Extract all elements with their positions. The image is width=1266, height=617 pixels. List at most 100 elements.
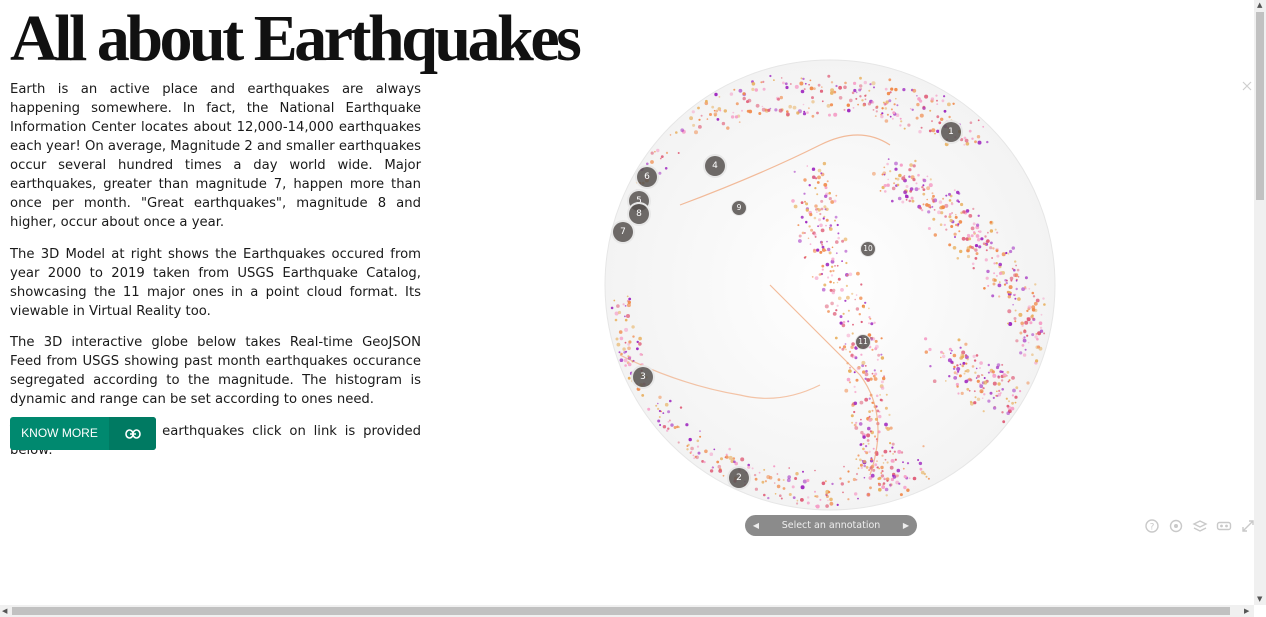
quake-point xyxy=(751,82,756,86)
annotation-marker-4[interactable]: 4 xyxy=(703,154,727,178)
quake-point xyxy=(823,215,826,218)
annotation-marker-11[interactable]: 11 xyxy=(855,334,871,350)
quake-point xyxy=(615,337,619,341)
quake-point xyxy=(826,240,828,243)
quake-point xyxy=(822,161,827,166)
annotation-selector[interactable]: ◀ Select an annotation ▶ xyxy=(745,515,917,536)
triangle-left-icon[interactable]: ◀ xyxy=(745,521,767,530)
close-icon[interactable] xyxy=(1241,80,1253,92)
vertical-scroll-thumb[interactable] xyxy=(1256,12,1264,200)
quake-point xyxy=(754,487,758,491)
quake-point xyxy=(835,309,838,312)
quake-point xyxy=(895,474,899,478)
quake-point xyxy=(825,494,828,496)
quake-point xyxy=(977,238,981,242)
quake-point xyxy=(716,460,720,464)
layers-icon[interactable] xyxy=(1192,518,1208,534)
quake-point xyxy=(807,237,810,240)
quake-point xyxy=(893,450,896,453)
quake-point xyxy=(986,140,989,144)
quake-point xyxy=(924,94,929,99)
quake-point xyxy=(819,250,823,254)
quake-point xyxy=(991,257,993,259)
quake-point xyxy=(901,200,905,204)
quake-point xyxy=(818,273,822,276)
scroll-up-icon[interactable]: ▲ xyxy=(1257,1,1262,9)
horizontal-scroll-thumb[interactable] xyxy=(12,607,1230,615)
quake-point xyxy=(931,205,934,208)
quake-point xyxy=(1010,279,1013,282)
quake-point xyxy=(761,480,765,484)
quake-point xyxy=(617,310,622,315)
quake-point xyxy=(974,244,979,248)
quake-point xyxy=(811,276,814,278)
quake-point xyxy=(693,457,696,460)
earthquake-point-cloud[interactable] xyxy=(560,55,1120,555)
scroll-left-icon[interactable]: ◀ xyxy=(2,607,7,615)
quake-point xyxy=(841,239,845,243)
quake-point xyxy=(993,262,996,265)
annotation-marker-10[interactable]: 10 xyxy=(860,241,876,257)
quake-point xyxy=(793,170,796,173)
quake-point xyxy=(804,82,807,85)
quake-point xyxy=(869,83,872,86)
quake-point xyxy=(830,301,834,306)
quake-point xyxy=(767,496,770,500)
quake-point xyxy=(828,191,831,195)
quake-point xyxy=(889,170,892,173)
quake-point xyxy=(816,181,820,184)
quake-point xyxy=(884,107,888,110)
quake-point xyxy=(868,469,870,471)
3d-model-viewer[interactable]: 1 2 3 4 5 6 7 8 9 10 11 xyxy=(560,55,1120,555)
vertical-scrollbar[interactable]: ▲ ▼ xyxy=(1254,0,1266,605)
quake-point xyxy=(641,394,645,397)
quake-point xyxy=(893,103,896,106)
quake-point xyxy=(764,480,767,483)
quake-point xyxy=(788,493,792,496)
know-more-button[interactable]: KNOW MORE xyxy=(10,417,156,450)
quake-point xyxy=(751,87,755,91)
horizontal-scrollbar[interactable]: ◀ ▶ xyxy=(0,605,1254,617)
quake-point xyxy=(704,449,708,454)
quake-point xyxy=(741,109,743,112)
quake-point xyxy=(1014,309,1017,312)
settings-icon[interactable] xyxy=(1168,518,1184,534)
annotation-marker-3[interactable]: 3 xyxy=(631,365,655,389)
quake-point xyxy=(810,228,814,232)
quake-point xyxy=(845,348,847,351)
quake-point xyxy=(809,243,812,246)
quake-point xyxy=(942,354,946,359)
quake-point xyxy=(879,190,882,192)
quake-point xyxy=(991,294,995,298)
quake-point xyxy=(862,443,865,445)
quake-point xyxy=(884,190,887,193)
quake-point xyxy=(885,494,888,497)
quake-point xyxy=(867,102,871,106)
annotation-marker-1[interactable]: 1 xyxy=(939,120,963,144)
quake-point xyxy=(1042,297,1045,300)
quake-point xyxy=(922,188,926,192)
quake-point xyxy=(941,99,945,103)
quake-point xyxy=(831,257,835,261)
quake-point xyxy=(857,467,860,470)
annotation-marker-8[interactable]: 8 xyxy=(627,202,651,226)
scroll-down-icon[interactable]: ▼ xyxy=(1257,595,1262,603)
triangle-right-icon[interactable]: ▶ xyxy=(895,521,917,530)
scroll-right-icon[interactable]: ▶ xyxy=(1244,607,1249,615)
quake-point xyxy=(1024,320,1029,325)
vr-icon[interactable] xyxy=(1216,518,1232,534)
annotation-marker-9[interactable]: 9 xyxy=(731,200,747,216)
quake-point xyxy=(860,283,863,286)
annotation-marker-6[interactable]: 6 xyxy=(635,165,659,189)
help-icon[interactable]: ? xyxy=(1144,518,1160,534)
quake-point xyxy=(680,128,684,132)
quake-point xyxy=(832,312,837,316)
annotation-marker-2[interactable]: 2 xyxy=(727,466,751,490)
quake-point xyxy=(926,175,929,178)
quake-point xyxy=(874,115,877,117)
quake-point xyxy=(734,115,739,119)
quake-point xyxy=(713,448,716,451)
quake-point xyxy=(975,354,979,357)
quake-point xyxy=(873,86,875,89)
quake-point xyxy=(713,112,718,116)
